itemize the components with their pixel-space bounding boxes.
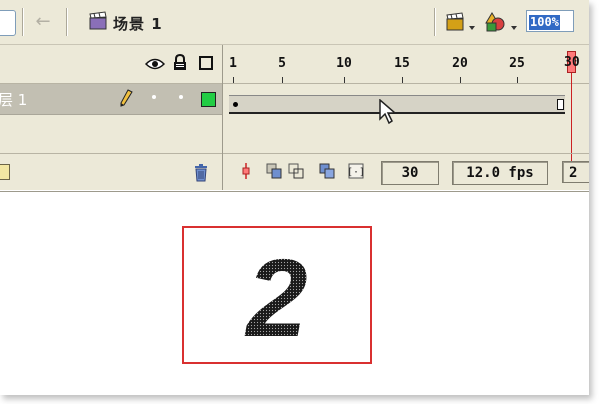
layer-panel: 层 1 xyxy=(0,45,223,190)
toolbar-separator xyxy=(22,8,23,36)
timeline-panel: 层 1 1 5 10 15 20 25 30 [·] 30 12.0 fps 2 xyxy=(0,45,589,190)
outline-icon[interactable] xyxy=(199,56,213,70)
layer-name[interactable]: 层 1 xyxy=(0,89,27,110)
ruler-tick xyxy=(460,77,461,83)
lock-icon[interactable] xyxy=(173,54,187,71)
ruler-label: 15 xyxy=(394,56,410,71)
ruler-label: 5 xyxy=(278,56,286,71)
flash-window: ← 场景 1 100% 层 1 1 5 10 15 20 25 30 [·] 3… xyxy=(0,0,589,395)
edit-multiple-frames-icon[interactable] xyxy=(318,162,336,180)
lock-dot[interactable] xyxy=(179,95,183,99)
onion-skin-icon[interactable] xyxy=(265,162,283,180)
ruler-label: 1 xyxy=(229,56,237,71)
ruler-tick xyxy=(282,77,283,83)
scene-label: 场景 1 xyxy=(113,15,163,33)
zoom-field[interactable]: 100% xyxy=(526,10,574,32)
onion-skin-outlines-icon[interactable] xyxy=(287,162,305,180)
frame-ruler[interactable]: 1 5 10 15 20 25 xyxy=(223,45,589,84)
toolbar-separator xyxy=(66,8,67,36)
ruler-tick xyxy=(344,77,345,83)
stage-digit: 2 xyxy=(244,237,307,360)
layer-color-swatch[interactable] xyxy=(201,92,216,107)
layer-row[interactable]: 层 1 xyxy=(0,84,222,115)
playhead-line xyxy=(571,73,572,163)
trash-icon[interactable] xyxy=(192,162,210,182)
ruler-label: 20 xyxy=(452,56,468,71)
ruler-tick xyxy=(517,77,518,83)
layer-header xyxy=(0,45,222,84)
pencil-icon xyxy=(120,89,133,107)
current-frame-field: 30 xyxy=(381,161,439,185)
back-button[interactable]: ← xyxy=(33,12,53,32)
layer-toolbar xyxy=(0,153,222,191)
frames-panel: 1 5 10 15 20 25 30 [·] 30 12.0 fps 2 xyxy=(223,45,589,190)
toolbar-separator xyxy=(434,8,435,36)
stage: 2 xyxy=(0,191,589,395)
stage-box[interactable]: 2 xyxy=(182,226,372,364)
zoom-value: 100% xyxy=(529,15,560,30)
svg-text:[·]: [·] xyxy=(347,167,365,178)
end-frame[interactable] xyxy=(557,99,564,110)
ruler-tick xyxy=(402,77,403,83)
center-frame-icon[interactable] xyxy=(237,162,255,180)
edit-bar: ← 场景 1 100% xyxy=(0,0,589,45)
edit-scene-icon[interactable] xyxy=(446,11,468,33)
mouse-cursor-icon xyxy=(379,99,398,125)
timeline-toggle-field[interactable] xyxy=(0,10,16,36)
elapsed-time-field: 2 xyxy=(562,161,589,183)
edit-symbols-icon[interactable] xyxy=(483,11,507,33)
stage-content: 2 xyxy=(244,237,307,360)
scene-icon xyxy=(89,11,107,30)
chevron-down-icon[interactable] xyxy=(511,26,517,30)
eye-icon[interactable] xyxy=(145,58,165,70)
frame-rate-field[interactable]: 12.0 fps xyxy=(452,161,548,185)
ruler-tick xyxy=(233,77,234,83)
visibility-dot[interactable] xyxy=(152,95,156,99)
ruler-label: 25 xyxy=(509,56,525,71)
ruler-label: 10 xyxy=(336,56,352,71)
modify-onion-markers-icon[interactable]: [·] xyxy=(347,162,365,180)
timeline-status-bar: [·] 30 12.0 fps 2 xyxy=(223,153,589,191)
playhead-label: 30 xyxy=(564,55,580,70)
folder-icon[interactable] xyxy=(0,164,10,180)
keyframe[interactable] xyxy=(233,102,238,107)
chevron-down-icon[interactable] xyxy=(469,26,475,30)
